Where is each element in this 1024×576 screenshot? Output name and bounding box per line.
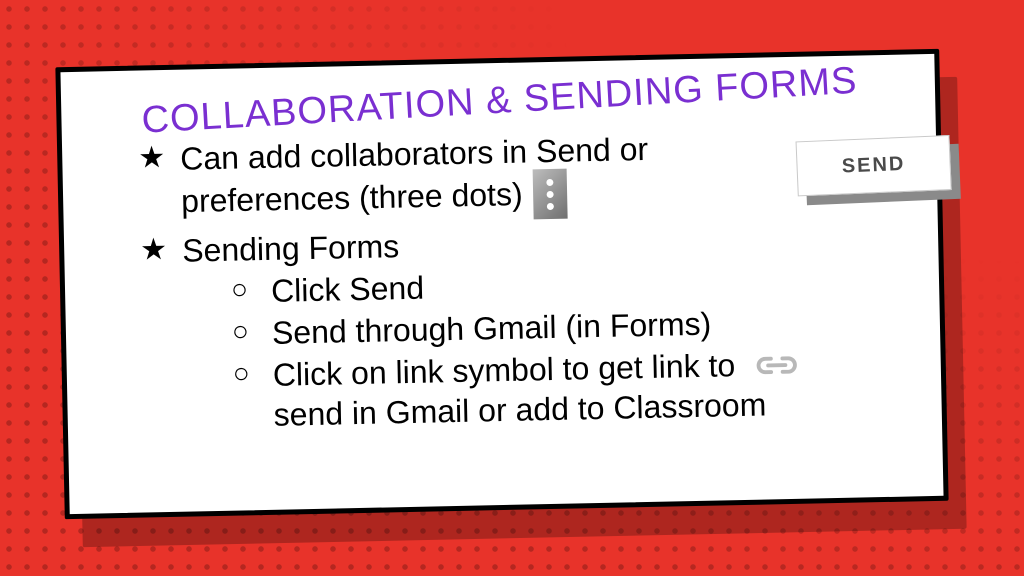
bullet-text: Send through Gmail (in Forms) (272, 306, 712, 351)
bullet-text: send in Gmail or add to Classroom (273, 386, 766, 432)
main-bullet-list: Can add collaborators in Send or prefere… (138, 124, 906, 438)
bullet-text: preferences (three dots) (181, 176, 523, 219)
bullet-text: Can add collaborators in Send or (180, 131, 648, 177)
sub-bullet-link-symbol: Click on link symbol to get link to send… (232, 342, 906, 436)
bullet-collaborators: Can add collaborators in Send or prefere… (138, 124, 902, 230)
content-panel: Collaboration & Sending Forms Can add co… (55, 49, 948, 519)
link-icon (754, 352, 800, 377)
bullet-text: Sending Forms (182, 228, 400, 269)
sub-bullet-list: Click Send Send through Gmail (in Forms)… (231, 258, 906, 436)
bullet-text: Click Send (271, 270, 425, 309)
three-dots-icon (533, 169, 568, 220)
send-button[interactable]: SEND (796, 135, 952, 196)
bullet-text: Click on link symbol to get link to (272, 347, 735, 393)
bullet-sending-forms: Sending Forms Click Send Send through Gm… (140, 216, 906, 438)
send-button-label: SEND (841, 153, 905, 179)
